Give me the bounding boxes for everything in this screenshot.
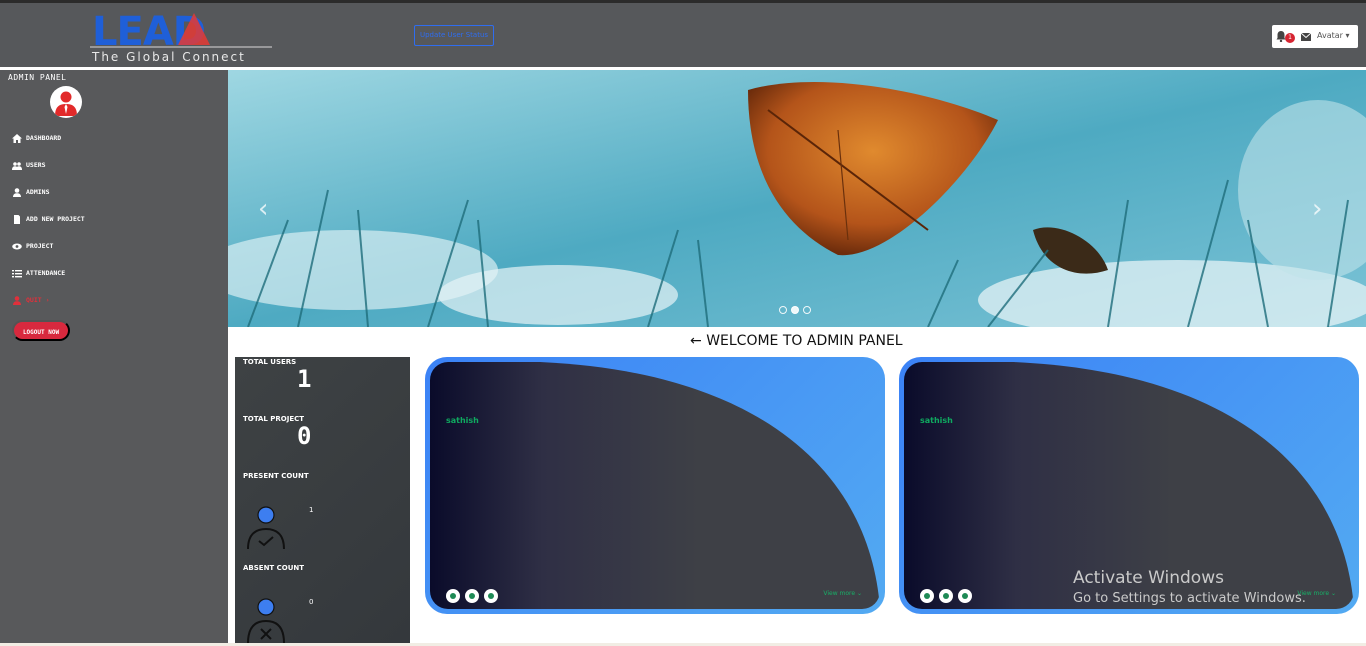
watermark-subtitle: Go to Settings to activate Windows. — [1073, 591, 1306, 606]
user-menu[interactable]: 1 Avatar ▾ — [1272, 25, 1358, 48]
sidebar-item-label: ADD NEW PROJECT — [26, 215, 85, 223]
sidebar-item-users[interactable]: USERS — [12, 159, 46, 171]
social-links — [920, 589, 972, 603]
view-more-link[interactable]: View more ⌄ — [823, 590, 862, 597]
card-background — [430, 362, 880, 609]
chevron-down-icon: ⌄ — [1330, 590, 1336, 597]
discord-icon[interactable] — [484, 589, 498, 603]
sidebar-item-project[interactable]: PROJECT — [12, 240, 53, 252]
admin-avatar — [50, 86, 82, 118]
social-links — [446, 589, 498, 603]
user-name: sathish — [446, 416, 479, 425]
sidebar-item-admins[interactable]: ADMINS — [12, 186, 49, 198]
sidebar-item-label: QUIT — [26, 296, 42, 304]
sidebar-item-label: ADMINS — [26, 188, 50, 196]
sidebar-item-label: ATTENDANCE — [26, 269, 66, 277]
chevron-left-icon[interactable]: ‹ — [258, 194, 268, 224]
sidebar-item-label: DASHBOARD — [26, 134, 62, 142]
avatar-dropdown[interactable]: Avatar ▾ — [1317, 31, 1350, 40]
total-users-value: 1 — [297, 365, 312, 393]
whatsapp-icon[interactable] — [446, 589, 460, 603]
user-avatar-icon — [55, 91, 77, 116]
arrow-left-icon[interactable]: ← — [690, 333, 702, 349]
total-project-value: 0 — [297, 422, 312, 450]
image-carousel: ‹ › — [228, 70, 1366, 327]
absent-count-value: 0 — [309, 598, 314, 606]
carousel-image — [228, 70, 1366, 327]
twitter-icon[interactable] — [465, 589, 479, 603]
present-count-label: PRESENT COUNT — [243, 472, 309, 480]
total-users-label: TOTAL USERS — [243, 358, 297, 366]
chevron-down-icon: ⌄ — [856, 590, 862, 597]
sidebar: ADMIN PANEL DASHBOARD USERS ADMINS ADD N… — [0, 70, 228, 643]
lead-logo[interactable]: LEAD The Global Connect — [90, 5, 274, 63]
whatsapp-icon[interactable] — [920, 589, 934, 603]
twitter-icon[interactable] — [939, 589, 953, 603]
carousel-dot-active[interactable] — [791, 306, 799, 314]
top-navbar: LEAD The Global Connect Update User Stat… — [0, 3, 1366, 67]
user-card-inner: sathish View more ⌄ — [430, 362, 880, 609]
user-card: sathish View more ⌄ — [425, 357, 885, 614]
user-icon — [13, 295, 21, 305]
welcome-text: WELCOME TO ADMIN PANEL — [706, 333, 903, 349]
sidebar-item-label: USERS — [26, 161, 46, 169]
update-user-status-button[interactable]: Update User Status — [414, 25, 494, 46]
users-icon — [12, 161, 22, 170]
absent-user-icon — [247, 598, 285, 643]
chevron-right-icon[interactable]: › — [1312, 194, 1322, 224]
absent-count-label: ABSENT COUNT — [243, 564, 305, 572]
sidebar-item-attendance[interactable]: ATTENDANCE — [12, 267, 65, 279]
svg-text:The Global Connect: The Global Connect — [91, 50, 246, 63]
discord-icon[interactable] — [958, 589, 972, 603]
carousel-dot[interactable] — [779, 306, 787, 314]
sidebar-item-label: PROJECT — [26, 242, 54, 250]
total-project-label: TOTAL PROJECT — [243, 415, 305, 423]
eye-icon — [12, 243, 22, 249]
user-name: sathish — [920, 416, 953, 425]
home-icon — [12, 133, 22, 143]
quit-indicator: › — [41, 296, 50, 304]
sidebar-item-dashboard[interactable]: DASHBOARD — [12, 132, 61, 144]
activate-windows-watermark: Activate Windows Go to Settings to activ… — [1073, 568, 1306, 606]
carousel-indicators — [779, 306, 811, 314]
stats-panel: TOTAL USERS 1 TOTAL PROJECT 0 PRESENT CO… — [235, 357, 410, 643]
list-icon — [12, 269, 22, 277]
mail-icon[interactable] — [1301, 33, 1311, 41]
present-user-icon — [247, 506, 285, 549]
welcome-heading: ← WELCOME TO ADMIN PANEL — [690, 333, 903, 349]
sidebar-item-add-new-project[interactable]: ADD NEW PROJECT — [12, 213, 85, 225]
avatar-alt-text: Avatar — [1317, 31, 1343, 40]
file-icon — [14, 214, 20, 224]
sidebar-item-quit[interactable]: QUIT › — [12, 294, 49, 306]
watermark-title: Activate Windows — [1073, 568, 1224, 588]
user-icon — [13, 187, 21, 197]
view-more-label: View more — [823, 590, 856, 597]
carousel-dot[interactable] — [803, 306, 811, 314]
logout-button[interactable]: LOGOUT NOW — [12, 320, 70, 341]
sidebar-title: ADMIN PANEL — [8, 73, 67, 82]
notification-badge: 1 — [1285, 33, 1295, 43]
present-count-value: 1 — [309, 506, 314, 514]
